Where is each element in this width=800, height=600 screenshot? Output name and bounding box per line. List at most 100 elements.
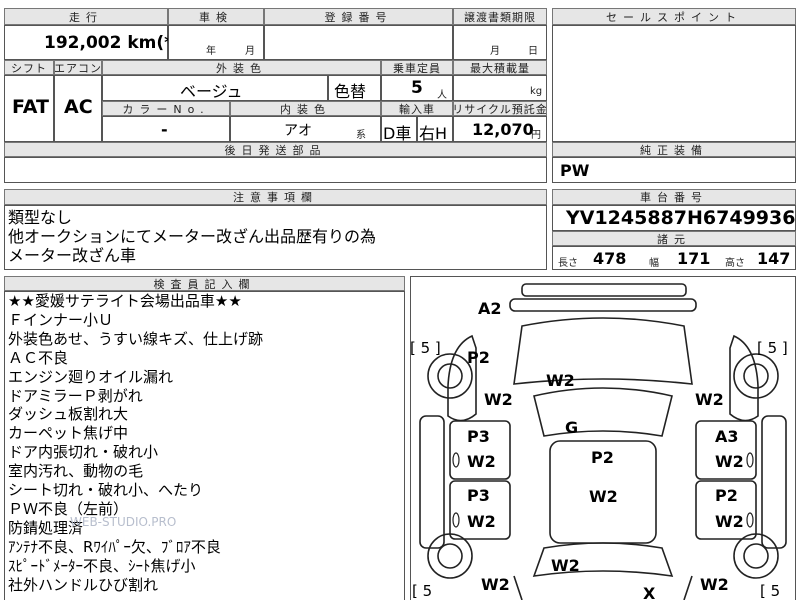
- mark-w2-right-front-door: W2: [715, 452, 744, 471]
- tire-right-top-label: [ 5 ]: [757, 339, 788, 357]
- sales-point-cell: [552, 25, 796, 142]
- aircon-header: エアコン: [54, 60, 102, 75]
- mark-w2-right-rear-door: W2: [715, 512, 744, 531]
- transfer-month-unit: 月: [490, 46, 500, 57]
- mark-w2-right-front: W2: [695, 390, 724, 409]
- inspector-line: ｽﾋﾟｰﾄﾞﾒｰﾀｰ不良、ｼｰﾄ焦げ小: [8, 556, 196, 575]
- capacity-unit: 人: [437, 90, 447, 101]
- inspector-line: カーペット焦げ中: [8, 424, 129, 443]
- mark-p3-left-rear-door: P3: [467, 486, 490, 505]
- interior-color: アオ: [284, 123, 312, 139]
- right-front-tire-shape: [733, 353, 779, 399]
- color-change-label: 色替: [334, 82, 367, 101]
- inspector-line: 社外ハンドルひび割れ: [8, 575, 159, 594]
- inspector-header: 検査員記入欄: [4, 276, 405, 291]
- chassis-header: 車台番号: [552, 189, 796, 205]
- color-no-value: -: [161, 120, 168, 139]
- aircon-value: AC: [64, 96, 93, 118]
- capacity-header: 乗車定員: [381, 60, 453, 75]
- mileage-header: 走行: [4, 8, 168, 25]
- inspector-line: シート切れ・破れ小、へたり: [8, 481, 204, 500]
- height-label: 高さ: [725, 258, 745, 269]
- front-bumper-shape: [521, 283, 687, 297]
- notes-header: 注意事項欄: [4, 189, 547, 205]
- import-type: D車: [383, 124, 412, 143]
- mark-w2-trunk: W2: [551, 556, 580, 575]
- shift-value: FAT: [12, 96, 49, 118]
- steering-value: 右H: [419, 124, 448, 143]
- dims-header: 諸元: [552, 231, 796, 246]
- mark-w2-left-front: W2: [484, 390, 513, 409]
- tire-left-top-label: [ 5 ]: [410, 339, 441, 357]
- inspector-line: ★★愛媛サテライト会場出品車★★: [8, 292, 242, 310]
- tire-right-bottom-label: [ 5: [760, 582, 781, 600]
- note-line: 他オークションにてメーター改ざん出品歴有りの為: [8, 227, 377, 246]
- later-parts-header: 後日発送部品: [4, 142, 547, 157]
- inspector-line: ＡＣ不良: [8, 348, 69, 367]
- chassis-number: YV1245887H6749936: [566, 207, 796, 229]
- length-value: 478: [593, 249, 627, 268]
- inspector-line: Ｆインナー小Ｕ: [8, 310, 114, 329]
- transfer-day-unit: 日: [528, 46, 538, 57]
- inspection-header: 車検: [168, 8, 264, 25]
- recycle-header: リサイクル預託金: [453, 101, 547, 116]
- mark-a2-top: A2: [478, 299, 502, 318]
- inspector-line: ドアミラーＰ剥がれ: [8, 386, 143, 405]
- equipment-header: 純正装備: [552, 142, 796, 157]
- exterior-header: 外装色: [102, 60, 381, 75]
- inspector-line: エンジン廻りオイル漏れ: [8, 367, 174, 386]
- mark-p2-roof: P2: [591, 448, 614, 467]
- mark-p3-left-front-door: P3: [467, 427, 490, 446]
- inspector-line: 室内汚れ、動物の毛: [8, 462, 144, 481]
- registration-header: 登録番号: [264, 8, 453, 25]
- notes-lines: 類型なし 他オークションにてメーター改ざん出品歴有りの為 メーター改ざん車: [8, 208, 376, 265]
- sales-point-header: セールスポイント: [552, 8, 796, 25]
- left-rear-tire-shape: [427, 533, 473, 579]
- inspection-year-unit: 年: [206, 46, 216, 57]
- mark-w2-roof-rear: W2: [589, 487, 618, 506]
- watermark: WEB-STUDIO.PRO: [70, 515, 177, 529]
- inspector-line: ドア内張切れ・破れ小: [8, 443, 159, 462]
- transfer-header: 譲渡書類期限: [453, 8, 547, 25]
- import-header: 輸入車: [381, 101, 453, 116]
- mileage-value: 192,002 km(*): [44, 33, 181, 53]
- windshield-shape: [533, 387, 673, 437]
- mark-w2-left-rear: W2: [481, 575, 510, 594]
- interior-suffix: 系: [356, 130, 366, 141]
- mark-x-bottom: X: [643, 584, 656, 600]
- height-value: 147: [757, 249, 791, 268]
- max-load-unit: kg: [530, 86, 543, 97]
- mark-w2-hood: W2: [546, 371, 575, 390]
- exterior-color: ベージュ: [180, 82, 243, 101]
- color-no-header: カラーNo.: [102, 101, 230, 116]
- tire-left-bottom-label: [ 5: [412, 582, 433, 600]
- mark-w2-left-rear-door: W2: [467, 512, 496, 531]
- max-load-header: 最大積載量: [453, 60, 547, 75]
- left-sill-shape: [419, 415, 445, 549]
- left-front-tire-shape: [427, 353, 473, 399]
- later-parts-cell: [4, 157, 547, 183]
- shift-header: シフト: [4, 60, 54, 75]
- mark-p2-right-rear-door: P2: [715, 486, 738, 505]
- note-line: 類型なし: [8, 208, 73, 227]
- mark-p2-left-front: P2: [467, 348, 490, 367]
- recycle-unit: 円: [531, 130, 541, 141]
- inspection-month-unit: 月: [245, 46, 255, 57]
- width-value: 171: [677, 249, 711, 268]
- length-label: 長さ: [558, 258, 578, 269]
- inspector-line: ダッシュ板割れ大: [8, 405, 129, 424]
- hood-shape: [513, 317, 693, 385]
- mark-g-glass: G: [565, 418, 579, 437]
- recycle-fee: 12,070: [472, 120, 534, 139]
- equipment-value: PW: [560, 161, 590, 180]
- mark-a3-right-front-door: A3: [715, 427, 739, 446]
- mark-w2-left-front-door: W2: [467, 452, 496, 471]
- interior-header: 内装色: [230, 101, 381, 116]
- capacity-value: 5: [411, 78, 423, 98]
- width-label: 幅: [649, 258, 659, 269]
- registration-cell: [264, 25, 453, 60]
- inspector-line: ｱﾝﾃﾅ不良、Rﾜｲﾊﾟｰ欠、ﾌﾞﾛｱ不良: [8, 537, 221, 556]
- mark-w2-right-rear: W2: [700, 575, 729, 594]
- right-rear-tire-shape: [733, 533, 779, 579]
- inspector-line: 外装色あせ、うすい線キズ、仕上げ跡: [8, 329, 264, 348]
